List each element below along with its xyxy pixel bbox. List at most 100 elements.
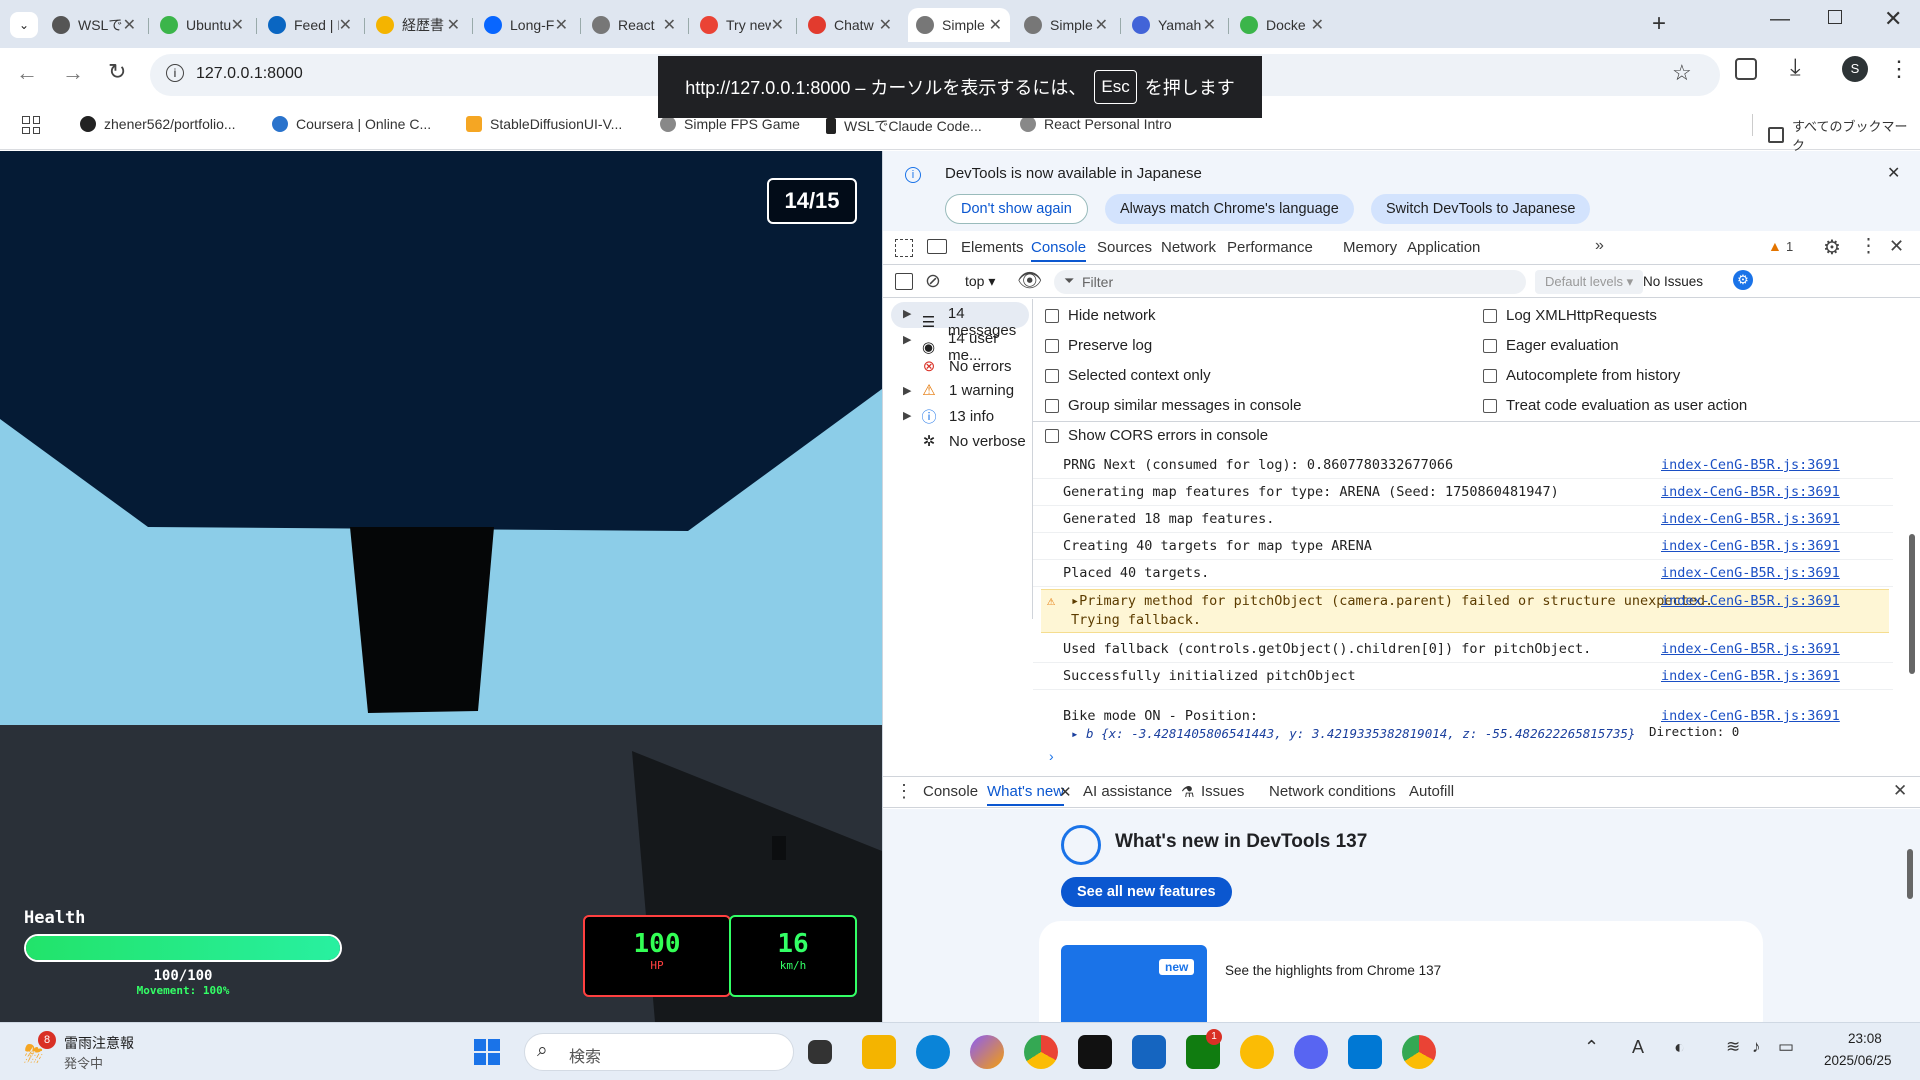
source-link[interactable]: index-CenG-B5R.js:3691	[1661, 560, 1840, 586]
tab-close-icon[interactable]: ✕	[231, 15, 244, 35]
hide-network-checkbox[interactable]: Hide network	[1045, 307, 1156, 324]
bookmark-wsl[interactable]: WSLでClaude Code...	[826, 116, 982, 136]
bookmark-star-icon[interactable]: ☆	[1672, 60, 1692, 86]
sidebar-toggle-icon[interactable]	[895, 273, 913, 290]
tab-close-icon[interactable]: ✕	[663, 15, 676, 35]
log-levels-dropdown[interactable]: Default levels ▾	[1535, 270, 1644, 294]
cors-errors-checkbox[interactable]: Show CORS errors in console	[1045, 427, 1268, 444]
devtools-tab-performance[interactable]: Performance	[1227, 239, 1313, 256]
copilot-icon[interactable]	[970, 1035, 1004, 1069]
download-icon[interactable]: ⤓	[1790, 54, 1801, 82]
tab-close-icon[interactable]: ✕	[989, 15, 1002, 35]
devtools-tab-sources[interactable]: Sources	[1097, 239, 1152, 256]
taskbar-search[interactable]: ⌕ 検索	[524, 1033, 794, 1071]
drawer-tab-4[interactable]: Network conditions	[1269, 783, 1396, 800]
treat-eval-checkbox[interactable]: Treat code evaluation as user action	[1483, 397, 1747, 414]
tab-3[interactable]: 経歴書 ✕	[368, 8, 468, 42]
expand-arrow-icon[interactable]: ▶	[903, 384, 911, 397]
back-button[interactable]: ←	[16, 60, 38, 86]
tray-chevron-icon[interactable]: ⌃	[1584, 1037, 1599, 1058]
tab-2[interactable]: Feed | L✕	[260, 8, 360, 42]
drawer-tab-5[interactable]: Autofill	[1409, 783, 1454, 800]
new-tab-button[interactable]: +	[1652, 10, 1666, 38]
tab-11[interactable]: Docke ✕	[1232, 8, 1332, 42]
source-link[interactable]: index-CenG-B5R.js:3691	[1661, 663, 1840, 689]
switch-japanese-button[interactable]: Switch DevTools to Japanese	[1371, 194, 1591, 224]
more-tabs-icon[interactable]: »	[1595, 237, 1604, 255]
devtools-menu-icon[interactable]: ⋮	[1859, 235, 1878, 258]
autocomplete-history-checkbox[interactable]: Autocomplete from history	[1483, 367, 1680, 384]
expand-arrow-icon[interactable]: ▶	[903, 307, 911, 320]
drawer-scrollbar[interactable]	[1907, 849, 1913, 899]
issues-counter[interactable]: No Issues	[1643, 274, 1703, 289]
restore-button[interactable]	[1828, 10, 1842, 24]
drawer-tab-0[interactable]: Console	[923, 783, 978, 800]
game-canvas[interactable]: 14/15 Health 100/100 Movement: 100% 100 …	[0, 151, 882, 1022]
group-similar-checkbox[interactable]: Group similar messages in console	[1045, 397, 1301, 414]
chrome-profile-icon[interactable]	[1402, 1035, 1436, 1069]
tab-search-button[interactable]: ⌄	[10, 12, 38, 38]
task-view-icon[interactable]	[808, 1040, 832, 1064]
context-selector[interactable]: top ▾	[965, 273, 995, 290]
source-link[interactable]: index-CenG-B5R.js:3691	[1661, 533, 1840, 559]
bookmark-react[interactable]: React Personal Intro	[1020, 116, 1172, 132]
tab-0[interactable]: WSLでC✕	[44, 8, 144, 42]
drawer-tab-3[interactable]: Issues	[1201, 783, 1244, 800]
warning-icon[interactable]: ▲	[1768, 238, 1782, 254]
drawer-menu-icon[interactable]: ⋮	[895, 781, 913, 802]
xbox-icon[interactable]: 1	[1186, 1029, 1222, 1069]
source-link[interactable]: index-CenG-B5R.js:3691	[1661, 506, 1840, 532]
sidebar-item-verbose[interactable]: ✲ No verbose	[919, 432, 1026, 451]
tab-4[interactable]: Long-F ✕	[476, 8, 576, 42]
sidebar-item-errors[interactable]: ⊗ No errors	[919, 357, 1012, 376]
devtools-tab-network[interactable]: Network	[1161, 239, 1216, 256]
bookmark-stablediffusion[interactable]: StableDiffusionUI-V...	[466, 116, 622, 132]
all-bookmarks[interactable]: すべてのブックマーク	[1768, 116, 1920, 154]
drawer-tab-1[interactable]: What's new	[987, 783, 1065, 806]
expand-arrow-icon[interactable]: ▶	[903, 333, 911, 346]
tab-6[interactable]: Try new ✕	[692, 8, 792, 42]
store-icon[interactable]	[1132, 1035, 1166, 1069]
close-window-button[interactable]: ✕	[1884, 6, 1902, 32]
chrome-icon[interactable]	[1024, 1035, 1058, 1069]
warning-message[interactable]: ⚠ ▸Primary method for pitchObject (camer…	[1041, 589, 1889, 633]
selected-context-checkbox[interactable]: Selected context only	[1045, 367, 1211, 384]
tab-close-icon[interactable]: ✕	[339, 15, 352, 35]
devtools-tab-application[interactable]: Application	[1407, 239, 1480, 256]
tab-close-icon[interactable]: ✕	[1311, 15, 1324, 35]
match-language-button[interactable]: Always match Chrome's language	[1105, 194, 1354, 224]
tab-9[interactable]: Simple ✕	[1016, 8, 1116, 42]
console-prompt[interactable]: ›	[1049, 748, 1054, 764]
close-devtools-icon[interactable]: ✕	[1889, 236, 1904, 257]
edge-icon[interactable]	[916, 1035, 950, 1069]
extensions-icon[interactable]	[1735, 58, 1757, 80]
reload-button[interactable]: ↻	[108, 59, 126, 85]
vscode-icon[interactable]	[1348, 1035, 1382, 1069]
bookmark-github[interactable]: zhener562/portfolio...	[80, 116, 236, 132]
device-toolbar-icon[interactable]	[927, 239, 947, 254]
wifi-icon[interactable]: ≋	[1726, 1037, 1740, 1057]
tab-close-icon[interactable]: ✕	[1203, 15, 1216, 35]
settings-gear-icon[interactable]: ⚙	[1823, 235, 1841, 260]
volume-icon[interactable]: ♪	[1752, 1037, 1761, 1057]
terminal-icon[interactable]	[1078, 1035, 1112, 1069]
tab-close-icon[interactable]: ✕	[771, 15, 784, 35]
bookmark-coursera[interactable]: Coursera | Online C...	[272, 116, 431, 132]
devtools-tab-console[interactable]: Console	[1031, 239, 1087, 262]
sidebar-item-info[interactable]: ⓘ 13 info	[919, 406, 994, 427]
battery-icon[interactable]: ▭	[1778, 1037, 1794, 1057]
tab-5[interactable]: React ✕	[584, 8, 684, 42]
console-settings-icon[interactable]: ⚙	[1733, 270, 1753, 290]
forward-button[interactable]: →	[62, 60, 84, 86]
dont-show-again-button[interactable]: Don't show again	[945, 194, 1088, 224]
preserve-log-checkbox[interactable]: Preserve log	[1045, 337, 1152, 354]
weather-widget[interactable]: ⛈ 8	[20, 1031, 56, 1068]
minimize-button[interactable]: —	[1770, 8, 1790, 31]
inspect-icon[interactable]	[895, 239, 913, 257]
windows-start-icon[interactable]	[474, 1039, 500, 1065]
console-scrollbar[interactable]	[1909, 534, 1915, 674]
source-link[interactable]: index-CenG-B5R.js:3691	[1661, 479, 1840, 505]
see-all-features-button[interactable]: See all new features	[1061, 877, 1232, 907]
tab-8[interactable]: Simple ✕	[908, 8, 1010, 42]
expand-arrow-icon[interactable]: ▶	[903, 409, 911, 422]
